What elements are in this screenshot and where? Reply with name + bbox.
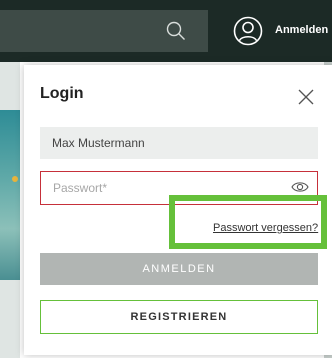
close-icon[interactable] bbox=[296, 87, 316, 107]
search-icon[interactable] bbox=[165, 20, 187, 42]
search-box[interactable] bbox=[0, 10, 208, 52]
background-image bbox=[0, 110, 20, 280]
login-modal: Login Passwort vergessen? ANMELDEN REGIS… bbox=[24, 65, 332, 355]
top-header: Anmelden bbox=[0, 0, 332, 62]
modal-title: Login bbox=[40, 85, 84, 102]
header-login-link[interactable]: Anmelden bbox=[275, 24, 328, 36]
login-button[interactable]: ANMELDEN bbox=[40, 253, 318, 285]
eye-icon[interactable] bbox=[291, 180, 309, 194]
background-dot bbox=[12, 176, 18, 182]
register-button[interactable]: REGISTRIEREN bbox=[40, 300, 318, 334]
user-account-icon[interactable] bbox=[233, 16, 263, 46]
forgot-password-link[interactable]: Passwort vergessen? bbox=[213, 222, 318, 234]
username-field[interactable] bbox=[40, 127, 318, 159]
